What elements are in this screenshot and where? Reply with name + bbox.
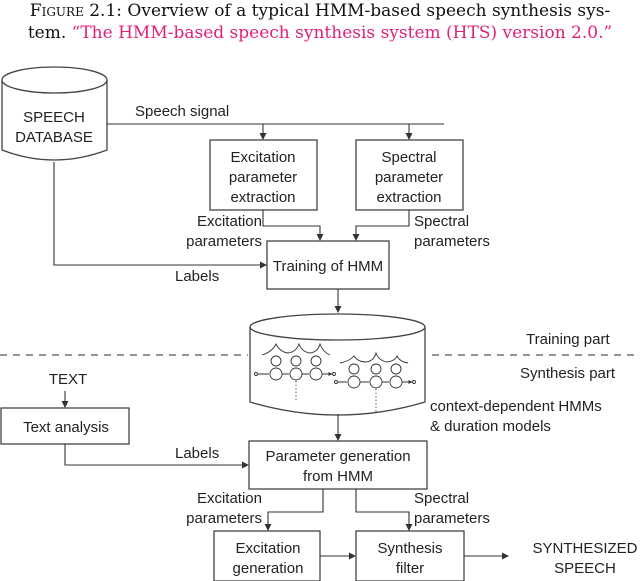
speech-signal-label: Speech signal bbox=[135, 103, 229, 120]
training-box: Training of HMM bbox=[266, 240, 390, 290]
spectral-params-arrow bbox=[352, 210, 410, 241]
training-part-label: Training part bbox=[526, 331, 610, 348]
spectral-params-label-2: parameters bbox=[414, 233, 490, 250]
models-caption-line-1: context-dependent HMMs bbox=[430, 398, 602, 415]
excitation-extraction-line-3: extraction bbox=[230, 189, 295, 206]
synthesis-part-label: Synthesis part bbox=[520, 365, 616, 382]
models-caption-line-2: & duration models bbox=[430, 418, 551, 435]
excitation-extraction-box: Excitation parameter extraction bbox=[209, 139, 318, 211]
spectral-params-bottom-label-1: Spectral bbox=[414, 490, 469, 507]
database-label-1: SPEECH bbox=[23, 109, 85, 126]
excitation-extraction-line-2: parameter bbox=[229, 169, 297, 186]
param-generation-line-2: from HMM bbox=[303, 468, 373, 485]
param-generation-line-1: Parameter generation bbox=[265, 448, 410, 465]
spectral-extraction-line-3: extraction bbox=[376, 189, 441, 206]
excitation-params-arrow bbox=[262, 210, 324, 241]
text-input-label: TEXT bbox=[49, 371, 87, 388]
excitation-generation-box: Excitation generation bbox=[213, 530, 321, 581]
excitation-generation-line-2: generation bbox=[233, 560, 304, 577]
labels-arrow-bottom bbox=[64, 444, 249, 469]
excitation-extraction-line-1: Excitation bbox=[230, 149, 295, 166]
param-generation-box: Parameter generation from HMM bbox=[248, 440, 428, 490]
database-label-2: DATABASE bbox=[15, 129, 93, 146]
excitation-params-bottom-arrow bbox=[264, 489, 324, 531]
text-analysis-label: Text analysis bbox=[23, 419, 109, 436]
spectral-params-label-1: Spectral bbox=[414, 213, 469, 230]
text-analysis-box: Text analysis bbox=[0, 407, 130, 445]
hmm-models-database bbox=[249, 313, 426, 416]
spectral-extraction-line-2: parameter bbox=[375, 169, 443, 186]
excitation-params-bottom-label-2: parameters bbox=[186, 510, 262, 527]
excitation-params-label-2: parameters bbox=[186, 233, 262, 250]
spectral-params-bottom-arrow bbox=[355, 489, 413, 531]
labels-bottom-label: Labels bbox=[175, 445, 219, 462]
training-label: Training of HMM bbox=[273, 258, 383, 275]
excitation-generation-line-1: Excitation bbox=[235, 540, 300, 557]
synthesis-filter-box: Synthesis filter bbox=[355, 530, 465, 581]
synthesis-filter-line-1: Synthesis bbox=[377, 540, 442, 557]
output-label-1: SYNTHESIZED bbox=[532, 540, 637, 557]
labels-top-label: Labels bbox=[175, 268, 219, 285]
speech-database: SPEECH DATABASE bbox=[1, 66, 108, 161]
spectral-params-bottom-label-2: parameters bbox=[414, 510, 490, 527]
synthesis-filter-line-2: filter bbox=[396, 560, 424, 577]
spectral-extraction-box: Spectral parameter extraction bbox=[355, 139, 464, 211]
spectral-extraction-line-1: Spectral bbox=[381, 149, 436, 166]
hts-diagram: SPEECH DATABASE Speech signal Excitation… bbox=[0, 66, 640, 581]
excitation-params-bottom-label-1: Excitation bbox=[197, 490, 262, 507]
output-label-2: SPEECH bbox=[554, 560, 616, 577]
excitation-params-label-1: Excitation bbox=[197, 213, 262, 230]
